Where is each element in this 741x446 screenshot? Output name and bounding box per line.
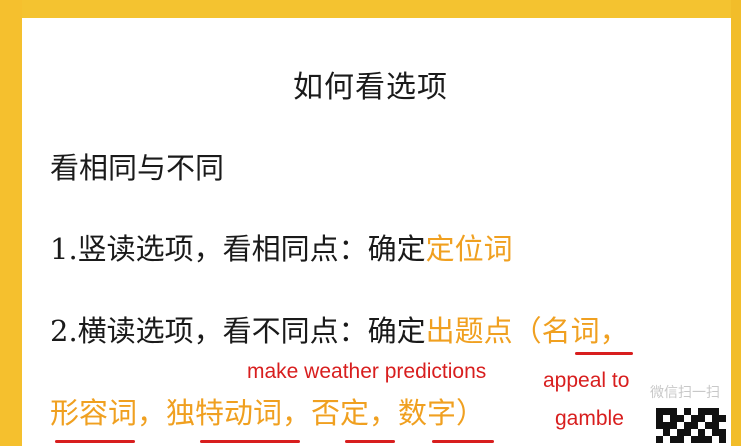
underline-negation — [345, 440, 395, 443]
categories-highlight: 形容词，独特动词，否定，数字） — [50, 396, 486, 430]
line-same-different: 看相同与不同 — [50, 151, 225, 185]
qr-code — [656, 408, 726, 446]
line-categories: 形容词，独特动词，否定，数字） — [50, 390, 485, 432]
annotation-weather-predictions: make weather predictions — [247, 360, 487, 383]
watermark-text: 微信扫一扫 — [650, 384, 720, 400]
underline-noun — [575, 352, 633, 355]
locator-word-highlight: 定位词 — [425, 232, 513, 266]
question-point-highlight: 出题点（名词， — [425, 314, 629, 348]
annotation-gamble: gamble — [555, 407, 624, 430]
underline-adjective — [55, 440, 135, 443]
underline-number — [432, 440, 494, 443]
line-horizontal-read: 2.横读选项，看不同点：确定出题点（名词， — [50, 308, 629, 350]
slide-title: 如何看选项 — [293, 70, 448, 105]
line-vertical-read-text: 1.竖读选项，看相同点：确定 — [50, 232, 426, 266]
annotation-appeal-to: appeal to — [543, 369, 630, 392]
line-vertical-read: 1.竖读选项，看相同点：确定定位词 — [50, 226, 513, 268]
underline-verb — [200, 440, 300, 443]
line-horizontal-read-text: 2.横读选项，看不同点：确定 — [50, 314, 426, 348]
top-frame — [0, 0, 741, 18]
